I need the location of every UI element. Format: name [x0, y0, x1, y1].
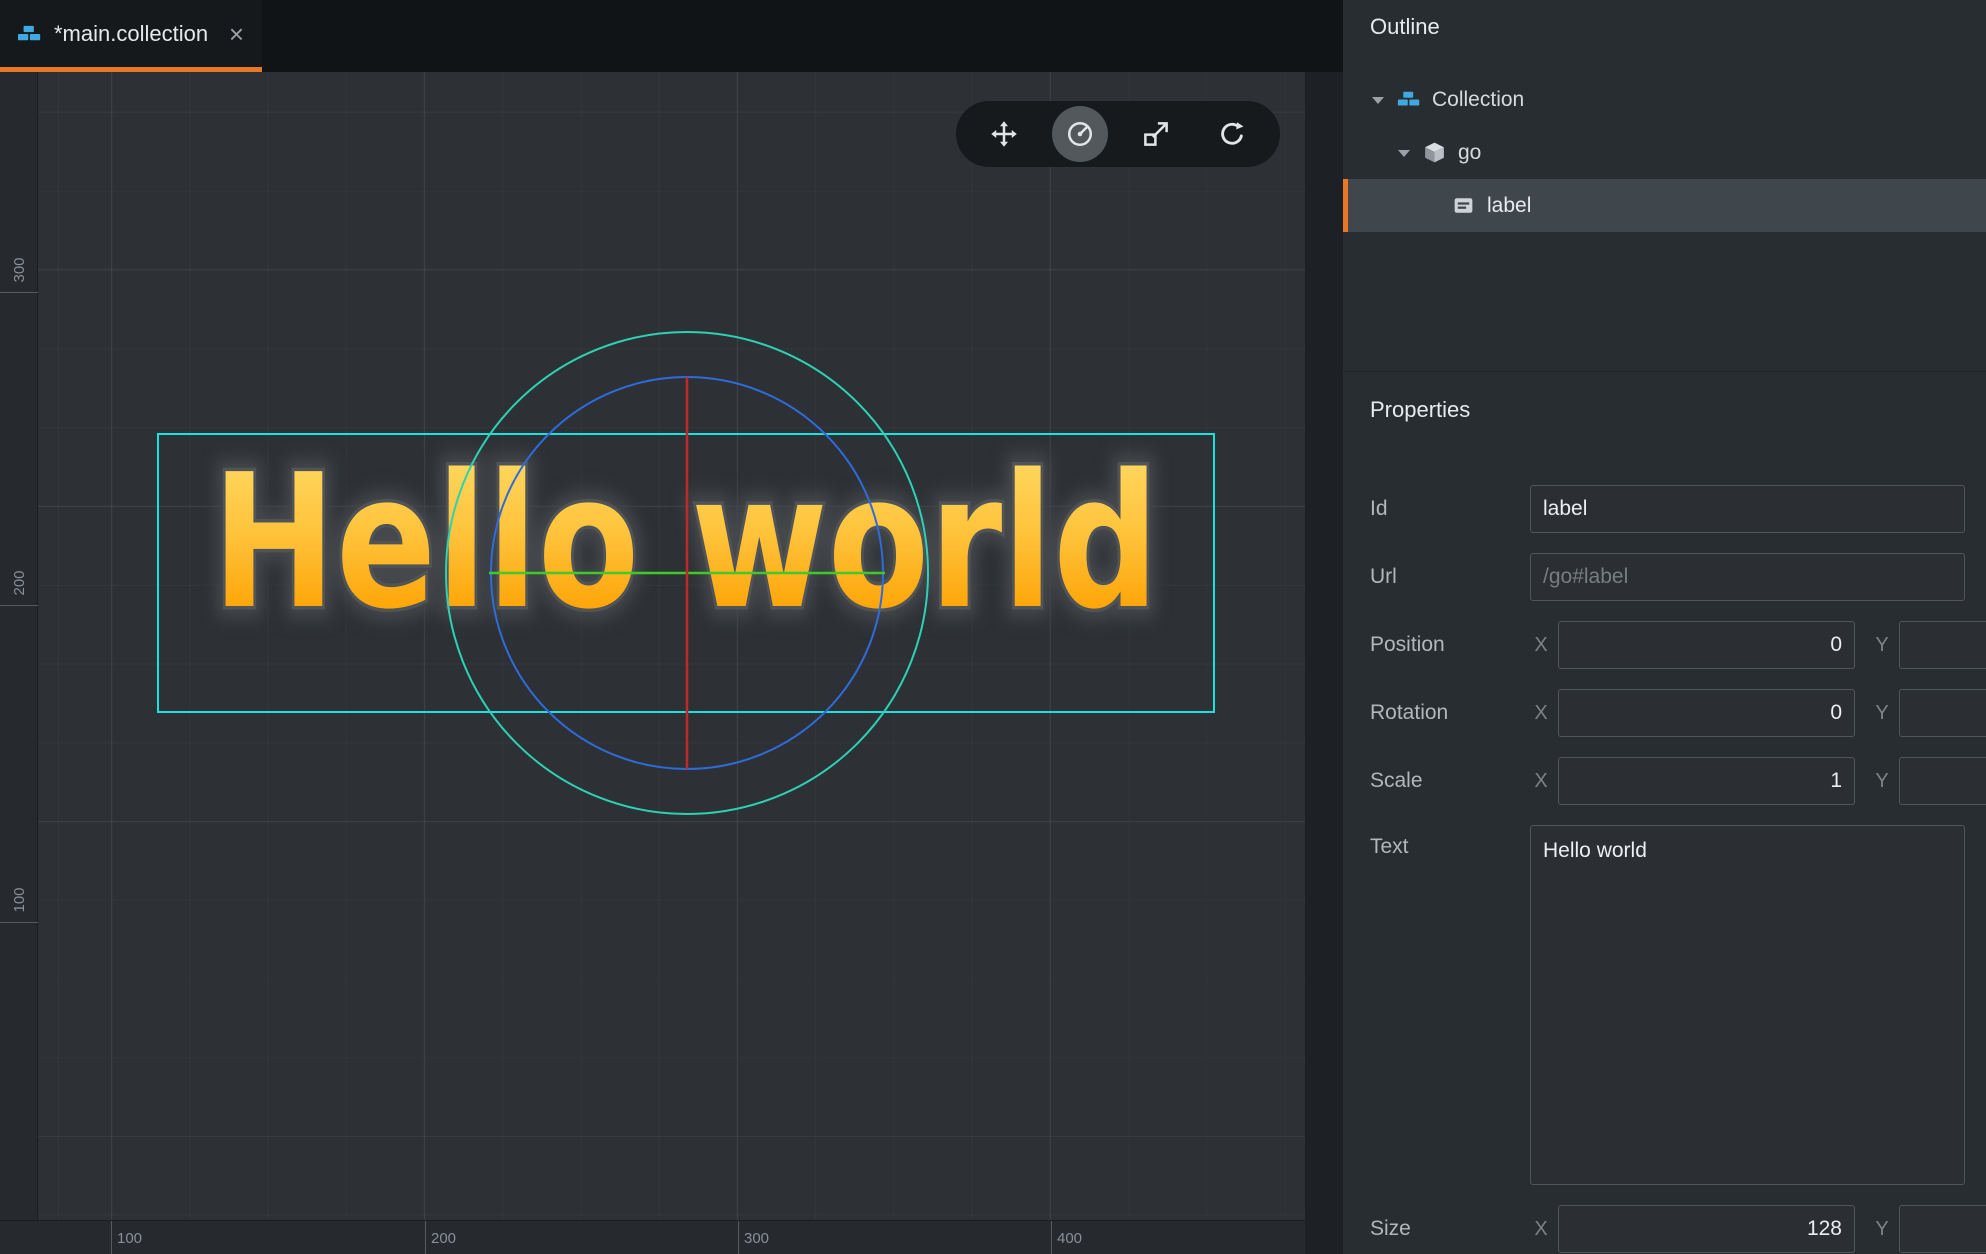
- id-label: Id: [1370, 497, 1530, 521]
- scale-icon: [1141, 119, 1171, 149]
- outline-tree: Collection go: [1343, 73, 1986, 232]
- properties-panel: Properties Id Url Position: [1343, 371, 1986, 1253]
- text-label: Text: [1370, 825, 1530, 859]
- defold-editor: *main.collection × Hello world Hello wor…: [0, 0, 1986, 1254]
- chevron-down-icon[interactable]: [1371, 95, 1385, 105]
- outline-item-collection[interactable]: Collection: [1343, 73, 1986, 126]
- ruler-label: 200: [425, 1221, 456, 1254]
- outline-item-label-selected[interactable]: label: [1343, 179, 1986, 232]
- ruler-label: 300: [738, 1221, 769, 1254]
- collection-icon: [16, 23, 42, 45]
- axis-y-label: Y: [1871, 1218, 1893, 1241]
- rotation-row: Rotation X Y Z: [1370, 689, 1965, 737]
- ruler-label: 300: [11, 254, 27, 286]
- rotation-label: Rotation: [1370, 701, 1530, 725]
- rotate-icon: [1065, 119, 1095, 149]
- url-row: Url: [1370, 553, 1965, 601]
- rotate-view-tool-button[interactable]: [1204, 106, 1260, 162]
- scale-y-input[interactable]: [1899, 757, 1986, 805]
- size-y-input[interactable]: [1899, 1205, 1986, 1253]
- canvas-scrollbar-track[interactable]: [1305, 72, 1343, 1254]
- axis-y-label: Y: [1871, 702, 1893, 725]
- id-input[interactable]: [1530, 485, 1965, 533]
- scale-tool-button[interactable]: [1128, 106, 1184, 162]
- rotation-y-input[interactable]: [1899, 689, 1986, 737]
- tab-bar: *main.collection ×: [0, 0, 1343, 72]
- editor-left-region: *main.collection × Hello world Hello wor…: [0, 0, 1343, 1254]
- tab-main-collection[interactable]: *main.collection ×: [0, 0, 262, 72]
- url-input[interactable]: [1530, 553, 1965, 601]
- ruler-label: 400: [1051, 1221, 1082, 1254]
- outline-item-label: go: [1458, 141, 1481, 165]
- collection-icon: [1396, 89, 1421, 110]
- properties-title: Properties: [1370, 395, 1986, 425]
- id-row: Id: [1370, 485, 1965, 533]
- position-label: Position: [1370, 633, 1530, 657]
- outline-panel: Outline Collection: [1343, 0, 1986, 371]
- text-input[interactable]: Hello world: [1530, 825, 1965, 1185]
- move-tool-button[interactable]: [976, 106, 1032, 162]
- axis-x-label: X: [1530, 770, 1552, 793]
- chevron-down-icon[interactable]: [1397, 148, 1411, 158]
- outline-item-label: Collection: [1432, 88, 1524, 112]
- rotate-view-icon: [1217, 119, 1247, 149]
- scale-row: Scale X Y Z: [1370, 757, 1965, 805]
- outline-item-go[interactable]: go: [1343, 126, 1986, 179]
- text-row: Text Hello world: [1370, 825, 1965, 1185]
- axis-x-label: X: [1530, 1218, 1552, 1241]
- ruler-label: 100: [11, 884, 27, 916]
- url-label: Url: [1370, 565, 1530, 589]
- rotation-x-input[interactable]: [1558, 689, 1855, 737]
- axis-x-label: X: [1530, 702, 1552, 725]
- scale-label: Scale: [1370, 769, 1530, 793]
- axis-x-label: X: [1530, 634, 1552, 657]
- position-y-input[interactable]: [1899, 621, 1986, 669]
- ruler-tick: [0, 292, 38, 293]
- scale-x-input[interactable]: [1558, 757, 1855, 805]
- game-object-cube-icon: [1422, 140, 1447, 165]
- move-icon: [989, 119, 1019, 149]
- scene-toolbar: [956, 101, 1280, 167]
- size-row: Size X Y Z: [1370, 1205, 1965, 1253]
- axis-y-label: Y: [1871, 634, 1893, 657]
- axis-y-label: Y: [1871, 770, 1893, 793]
- ruler-label: 200: [11, 567, 27, 599]
- right-panel: Outline Collection: [1343, 0, 1986, 1254]
- properties-list: Id Url Position X Y: [1343, 485, 1986, 1253]
- ruler-label: 100: [111, 1221, 142, 1254]
- rotate-tool-button[interactable]: [1052, 106, 1108, 162]
- horizontal-ruler: 100 200 300 400: [0, 1220, 1305, 1254]
- tab-close-icon[interactable]: ×: [229, 21, 244, 47]
- outline-item-label: label: [1487, 194, 1531, 218]
- size-label: Size: [1370, 1217, 1530, 1241]
- outline-title: Outline: [1370, 12, 1986, 42]
- ruler-tick: [0, 605, 38, 606]
- position-x-input[interactable]: [1558, 621, 1855, 669]
- size-x-input[interactable]: [1558, 1205, 1855, 1253]
- ruler-tick: [0, 922, 38, 923]
- vertical-ruler: 300 200 100: [0, 72, 38, 1220]
- tab-title: *main.collection: [54, 21, 217, 47]
- label-component-icon: [1451, 193, 1476, 218]
- transform-manipulator[interactable]: [0, 72, 1305, 1254]
- scene-editor: Hello world Hello world Hello world: [0, 72, 1343, 1254]
- position-row: Position X Y Z: [1370, 621, 1965, 669]
